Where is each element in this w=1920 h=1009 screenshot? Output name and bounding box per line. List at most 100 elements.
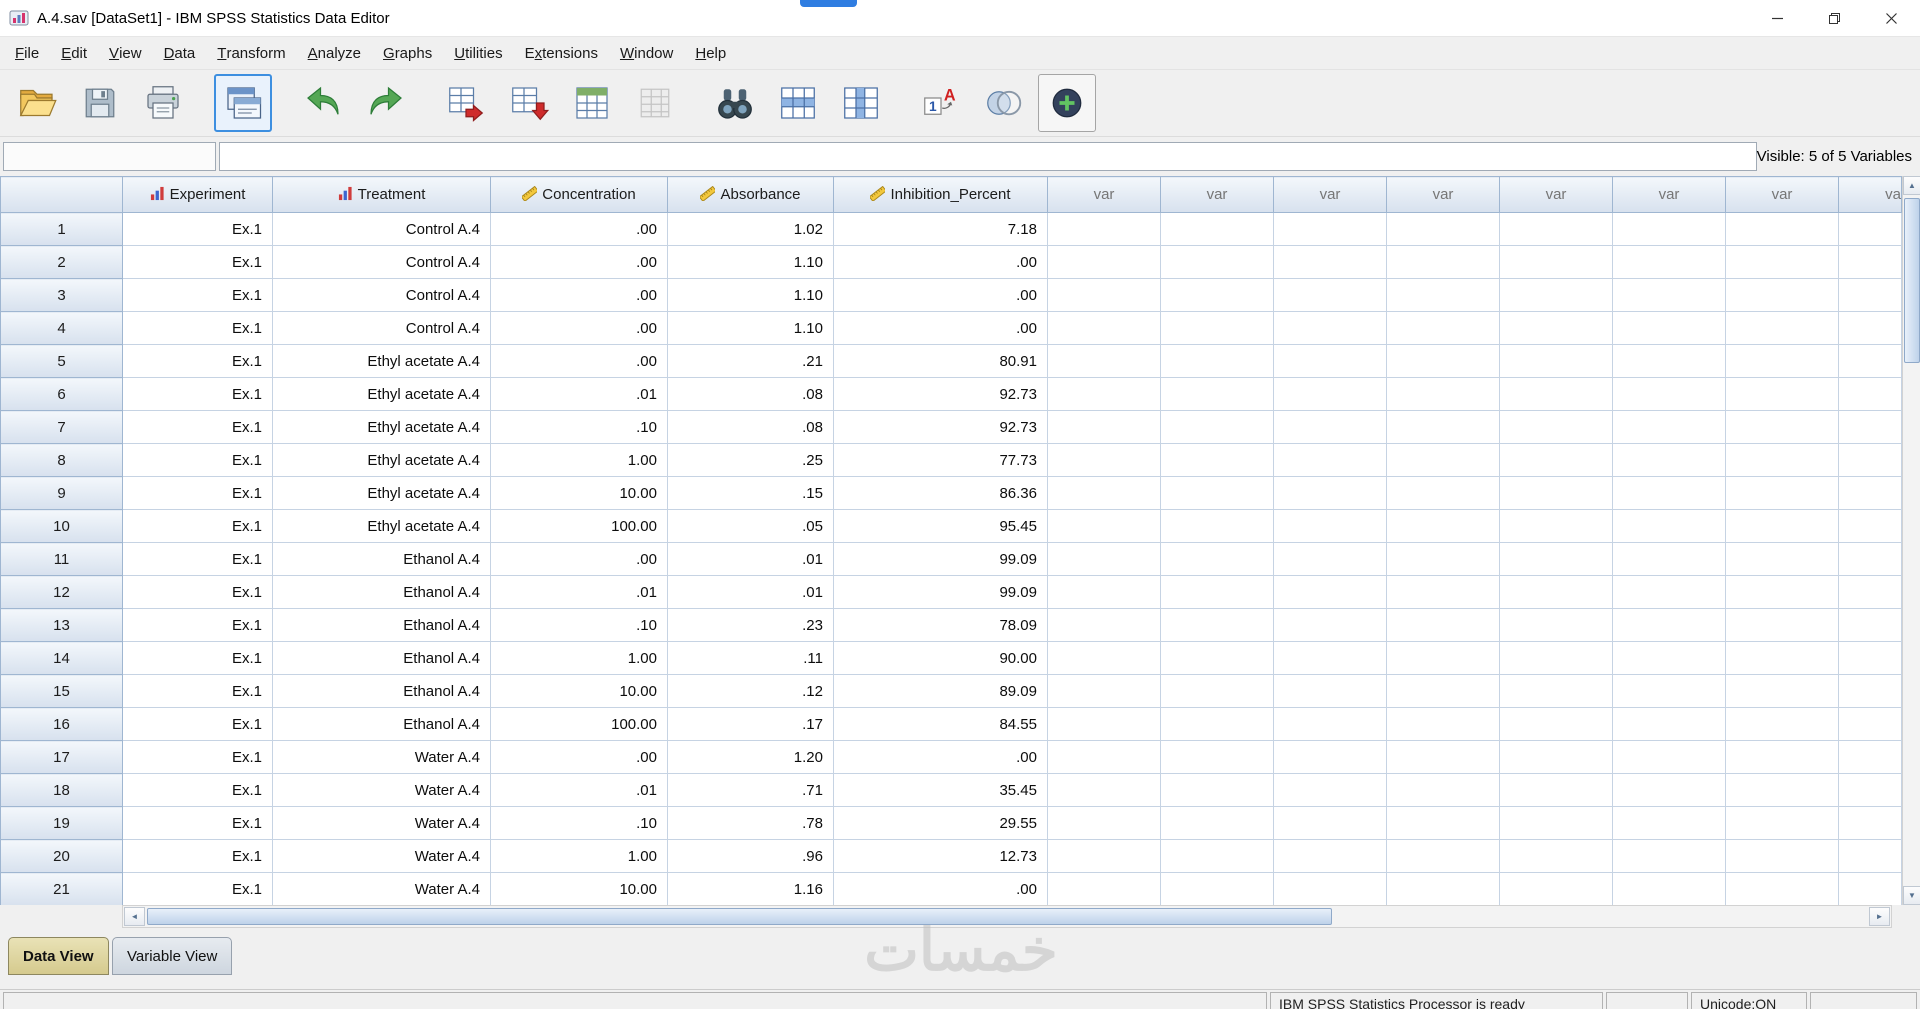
empty-cell[interactable] — [1273, 806, 1387, 840]
empty-cell[interactable] — [1725, 707, 1839, 741]
empty-cell[interactable] — [1838, 443, 1902, 477]
empty-cell[interactable] — [1047, 839, 1161, 873]
empty-cell[interactable] — [1160, 674, 1274, 708]
data-cell[interactable]: 12.73 — [833, 839, 1048, 873]
data-cell[interactable]: 99.09 — [833, 542, 1048, 576]
goto-variable-button[interactable] — [500, 74, 558, 132]
empty-cell[interactable] — [1612, 707, 1726, 741]
data-cell[interactable]: Ex.1 — [122, 344, 273, 378]
empty-cell[interactable] — [1047, 674, 1161, 708]
menu-view[interactable]: View — [98, 37, 153, 69]
empty-cell[interactable] — [1725, 311, 1839, 345]
column-header-var[interactable]: var — [1273, 176, 1387, 213]
menu-file[interactable]: File — [4, 37, 50, 69]
empty-cell[interactable] — [1047, 740, 1161, 774]
empty-cell[interactable] — [1273, 443, 1387, 477]
row-header-2[interactable]: 2 — [0, 245, 123, 279]
empty-cell[interactable] — [1499, 575, 1613, 609]
empty-cell[interactable] — [1047, 212, 1161, 246]
data-cell[interactable]: .00 — [490, 740, 668, 774]
empty-cell[interactable] — [1386, 608, 1500, 642]
menu-window[interactable]: Window — [609, 37, 684, 69]
column-header-var-clipped[interactable]: var — [1838, 176, 1902, 213]
data-cell[interactable]: Ethanol A.4 — [272, 641, 491, 675]
empty-cell[interactable] — [1838, 212, 1902, 246]
empty-cell[interactable] — [1160, 839, 1274, 873]
empty-cell[interactable] — [1612, 740, 1726, 774]
empty-cell[interactable] — [1386, 443, 1500, 477]
row-header-8[interactable]: 8 — [0, 443, 123, 477]
minimize-button[interactable] — [1749, 0, 1806, 36]
empty-cell[interactable] — [1386, 872, 1500, 905]
empty-cell[interactable] — [1386, 311, 1500, 345]
empty-cell[interactable] — [1612, 377, 1726, 411]
data-cell[interactable]: 1.10 — [667, 311, 834, 345]
data-cell[interactable]: Ethyl acetate A.4 — [272, 377, 491, 411]
empty-cell[interactable] — [1838, 278, 1902, 312]
empty-cell[interactable] — [1612, 311, 1726, 345]
empty-cell[interactable] — [1273, 245, 1387, 279]
data-cell[interactable]: .00 — [490, 245, 668, 279]
variables-button[interactable] — [563, 74, 621, 132]
data-cell[interactable]: 29.55 — [833, 806, 1048, 840]
empty-cell[interactable] — [1273, 344, 1387, 378]
empty-cell[interactable] — [1386, 476, 1500, 510]
row-header-13[interactable]: 13 — [0, 608, 123, 642]
data-cell[interactable]: Control A.4 — [272, 278, 491, 312]
empty-cell[interactable] — [1047, 410, 1161, 444]
empty-cell[interactable] — [1725, 245, 1839, 279]
close-button[interactable] — [1863, 0, 1920, 36]
data-cell[interactable]: 100.00 — [490, 509, 668, 543]
data-cell[interactable]: .23 — [667, 608, 834, 642]
empty-cell[interactable] — [1160, 476, 1274, 510]
data-cell[interactable]: Ethanol A.4 — [272, 575, 491, 609]
insert-variables-button[interactable] — [832, 74, 890, 132]
data-cell[interactable]: Water A.4 — [272, 806, 491, 840]
empty-cell[interactable] — [1386, 773, 1500, 807]
empty-cell[interactable] — [1612, 773, 1726, 807]
empty-cell[interactable] — [1160, 641, 1274, 675]
empty-cell[interactable] — [1612, 806, 1726, 840]
empty-cell[interactable] — [1273, 872, 1387, 905]
tab-variable-view[interactable]: Variable View — [112, 937, 233, 975]
empty-cell[interactable] — [1612, 212, 1726, 246]
empty-cell[interactable] — [1499, 410, 1613, 444]
empty-cell[interactable] — [1725, 344, 1839, 378]
data-cell[interactable]: 10.00 — [490, 872, 668, 905]
data-cell[interactable]: Ethanol A.4 — [272, 674, 491, 708]
empty-cell[interactable] — [1047, 311, 1161, 345]
empty-cell[interactable] — [1725, 740, 1839, 774]
data-cell[interactable]: Ex.1 — [122, 707, 273, 741]
empty-cell[interactable] — [1838, 575, 1902, 609]
empty-cell[interactable] — [1612, 872, 1726, 905]
empty-cell[interactable] — [1612, 674, 1726, 708]
vertical-scroll-thumb[interactable] — [1904, 198, 1920, 363]
empty-cell[interactable] — [1160, 278, 1274, 312]
use-variable-sets-button[interactable] — [1038, 74, 1096, 132]
empty-cell[interactable] — [1838, 245, 1902, 279]
empty-cell[interactable] — [1273, 212, 1387, 246]
column-header-absorbance[interactable]: Absorbance — [667, 176, 834, 213]
empty-cell[interactable] — [1047, 575, 1161, 609]
empty-cell[interactable] — [1160, 575, 1274, 609]
empty-cell[interactable] — [1047, 542, 1161, 576]
menu-transform[interactable]: Transform — [206, 37, 296, 69]
empty-cell[interactable] — [1273, 377, 1387, 411]
data-cell[interactable]: .15 — [667, 476, 834, 510]
empty-cell[interactable] — [1499, 839, 1613, 873]
data-cell[interactable]: Control A.4 — [272, 212, 491, 246]
empty-cell[interactable] — [1047, 377, 1161, 411]
data-cell[interactable]: 99.09 — [833, 575, 1048, 609]
row-header-7[interactable]: 7 — [0, 410, 123, 444]
empty-cell[interactable] — [1386, 278, 1500, 312]
row-header-14[interactable]: 14 — [0, 641, 123, 675]
data-cell[interactable]: 77.73 — [833, 443, 1048, 477]
data-cell[interactable]: Ex.1 — [122, 476, 273, 510]
empty-cell[interactable] — [1386, 806, 1500, 840]
empty-cell[interactable] — [1386, 575, 1500, 609]
empty-cell[interactable] — [1160, 212, 1274, 246]
scroll-left-button[interactable]: ◄ — [124, 907, 145, 926]
row-header-9[interactable]: 9 — [0, 476, 123, 510]
empty-cell[interactable] — [1725, 674, 1839, 708]
data-cell[interactable]: 1.00 — [490, 839, 668, 873]
